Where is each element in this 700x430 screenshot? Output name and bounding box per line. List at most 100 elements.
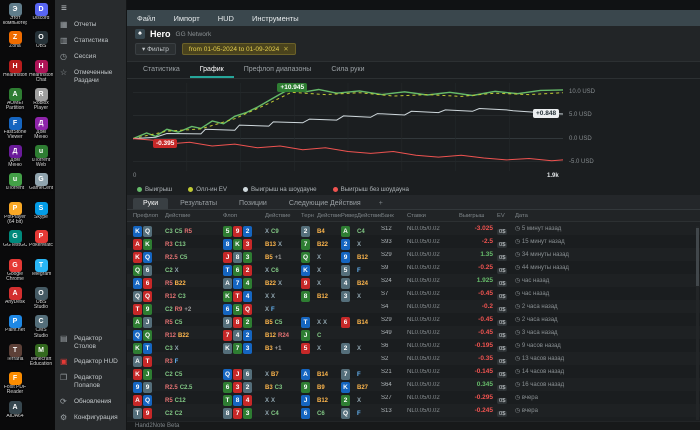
menu-item-hud[interactable]: HUD — [218, 14, 234, 23]
screen: ЭЭтот компьютер ZZona HHearthstone AAOMEI P… — [0, 0, 700, 430]
column-header-9[interactable]: Ставки — [407, 213, 459, 219]
desktop-icon-этот-компьютер[interactable]: Э Этот компьютер — [3, 3, 27, 27]
action-token: C2 — [174, 410, 183, 417]
time-cell: ◷ час назад — [515, 277, 581, 284]
sidebar: ≡ ▦ Отчеты ▥ Статистика ◷ Сессия ☆ Отмеченные Р… — [55, 0, 127, 430]
time-cell: ◷ 44 минуты назад — [515, 264, 581, 271]
config-gear-icon: ⚙ — [60, 413, 68, 422]
column-header-8[interactable]: Банк — [381, 213, 407, 219]
time-cell: ◷ 9 часов назад — [515, 342, 581, 349]
sidebar-item-редактор-столов[interactable]: ▤ Редактор Столов — [55, 331, 126, 355]
desktop-icon-faststone-viewer[interactable]: F FastStone Viewer — [3, 116, 27, 141]
date-range-chip[interactable]: from 01-05-2024 to 01-09-2024 ✕ — [181, 43, 296, 55]
close-icon[interactable]: ✕ — [283, 46, 288, 53]
desktop-icon-obs[interactable]: O OBS — [29, 31, 53, 49]
desktop-icon-дом-меню[interactable]: Д Дом Меню — [3, 145, 27, 169]
desktop-icon-hearthstone[interactable]: HHearthstone — [3, 59, 27, 78]
menu-item-инструменты[interactable]: Инструменты — [252, 14, 299, 23]
hands-tab-позиции[interactable]: Позиции — [229, 198, 277, 209]
desktop-icon-skype[interactable]: S Skype — [29, 201, 53, 220]
column-header-1[interactable]: Действие — [165, 213, 223, 219]
win-cell: -0.35 — [478, 355, 493, 362]
sidebar-item-отчеты[interactable]: ▦ Отчеты — [55, 17, 126, 33]
desktop-icon-pokermatch[interactable]: PPokerMatch — [29, 230, 53, 248]
desktop-icon-paint-net[interactable]: P Paint.net — [3, 315, 27, 333]
app-icon: G — [8, 230, 22, 244]
clock-icon: ◷ — [515, 317, 522, 323]
desktop-icon-gamecenter[interactable]: GGameCenter — [29, 173, 53, 191]
desktop-icon-zona[interactable]: Z Zona — [3, 31, 27, 49]
desktop-icon-telegram[interactable]: T Telegram — [29, 258, 53, 277]
desktop-icon-label: Roblox Player — [33, 101, 49, 112]
time-text: вчера — [521, 395, 538, 401]
clock-icon: ◷ — [515, 382, 522, 388]
tab-график[interactable]: График — [189, 62, 234, 78]
desktop-icon-utorrent-web[interactable]: u uTorrent Web — [29, 145, 53, 169]
add-tab-button[interactable]: + — [373, 198, 389, 209]
sidebar-item-редактор-hud[interactable]: ▣ Редактор HUD — [55, 354, 126, 370]
cards-cell: 3 — [341, 285, 357, 303]
cards-cell: Q — [341, 402, 357, 420]
sidebar-item-редактор-попапов[interactable]: ❐ Редактор Попапов — [55, 370, 126, 394]
legend-item-выигрыш-на-шоудауне[interactable]: Выигрыш на шоудауне — [243, 186, 317, 193]
sidebar-item-статистика[interactable]: ▥ Статистика — [55, 33, 126, 49]
column-header-10[interactable]: Выигрыш — [459, 213, 497, 219]
pot-cell: S7 — [381, 290, 389, 297]
column-header-11[interactable]: EV — [497, 213, 515, 219]
column-header-5[interactable]: Действие — [317, 213, 341, 219]
scrollbar-thumb[interactable] — [696, 228, 699, 286]
tab-статистика[interactable]: Статистика — [133, 62, 190, 78]
filter-button[interactable]: ▾ Фильтр — [135, 43, 176, 55]
hands-tab-руки[interactable]: Руки — [133, 198, 169, 209]
vertical-scrollbar[interactable] — [696, 226, 699, 420]
column-header-12[interactable]: Дата — [515, 213, 581, 219]
app-icon: D — [34, 3, 48, 16]
desktop-icon-google-chrome[interactable]: G Google Chrome — [3, 258, 27, 283]
desktop-icon-cms-studio[interactable]: C CMS Studio — [29, 315, 53, 339]
column-header-2[interactable]: Флоп — [223, 213, 265, 219]
menu-item-файл[interactable]: Файл — [137, 14, 155, 23]
desktop-icon-aida64[interactable]: A AIDA64 — [3, 400, 27, 419]
action-cell: B12 — [317, 285, 341, 303]
sidebar-top-group: ▦ Отчеты ▥ Статистика ◷ Сессия ☆ Отмеченные Раз… — [55, 17, 126, 89]
desktop-icon-aomei-partition[interactable]: A AOMEI Partition — [3, 88, 27, 112]
menu-toggle-icon[interactable]: ≡ — [55, 0, 126, 17]
desktop-icon-discord[interactable]: D Discord — [29, 3, 53, 21]
hands-tab-результаты[interactable]: Результаты — [170, 198, 227, 209]
sidebar-item-обновления[interactable]: ⟳ Обновления — [55, 394, 126, 410]
desktop-icon-obs-studio[interactable]: O OBS Studio — [29, 287, 53, 311]
menu-item-импорт[interactable]: Импорт — [173, 14, 199, 23]
desktop-icon-дом-меню[interactable]: Д Дом Меню — [29, 116, 53, 141]
action-cell: X — [357, 337, 381, 355]
desktop-icon-utorrent[interactable]: u uTorrent — [3, 173, 27, 191]
sidebar-item-сессия[interactable]: ◷ Сессия — [55, 49, 126, 65]
column-header-0[interactable]: Префлоп — [133, 213, 165, 219]
stake-cell: NL0.05/0.02 — [407, 264, 440, 271]
desktop-icon-roblox-player[interactable]: R Roblox Player — [29, 88, 53, 112]
desktop-icon-foxit-pdf-reader[interactable]: F Foxit PDF Reader — [3, 372, 27, 396]
time-cell: ◷ 16 часов назад — [515, 381, 581, 388]
column-header-4[interactable]: Терн — [301, 213, 317, 219]
legend-item-выигрыш-без-шоудауна[interactable]: Выигрыш без шоудауна — [332, 186, 409, 193]
desktop-icon-minecraft-education[interactable]: M Minecraft Education — [29, 343, 53, 368]
tab-префлоп-диапазоны[interactable]: Префлоп диапазоны — [234, 62, 322, 78]
star-icon: ☆ — [60, 68, 68, 77]
desktop-icon-ggtestgc[interactable]: G GGTestGC — [3, 230, 27, 248]
card-5h: 5 — [301, 342, 310, 354]
column-header-6[interactable]: Ривер — [341, 213, 357, 219]
legend-item-выигрыш[interactable]: Выигрыш — [137, 186, 172, 193]
sidebar-item-отмеченные-раздачи[interactable]: ☆ Отмеченные Раздачи — [55, 65, 126, 89]
desktop-icon-terraria[interactable]: T Terraria — [3, 343, 27, 362]
tab-сила-руки[interactable]: Сила руки — [321, 62, 374, 78]
time-text: 44 минуты назад — [521, 265, 569, 271]
column-header-3[interactable]: Действие — [265, 213, 301, 219]
desktop-icon-hearthstone-chat[interactable]: HHearthstone Chat — [29, 59, 53, 84]
win-cell: 1.35 — [480, 251, 493, 258]
legend-item-олл-ин-ev[interactable]: Олл-ин EV — [188, 186, 227, 193]
hand-row[interactable]: T 9 C2 C2 8 7 3 X C4 6 C6 Q F S13 NL0.05/0.02 -0.245 0$ ◷… — [127, 402, 700, 420]
desktop-icon-potplayer-64-bit[interactable]: P PotPlayer (64 bit) — [3, 201, 27, 226]
column-header-7[interactable]: Действие — [357, 213, 381, 219]
desktop-icon-anydesk[interactable]: A AnyDesk — [3, 287, 27, 305]
hands-tab-следующие-действия[interactable]: Следующие Действия — [279, 198, 371, 209]
sidebar-item-конфигурация[interactable]: ⚙ Конфигурация — [55, 410, 126, 426]
